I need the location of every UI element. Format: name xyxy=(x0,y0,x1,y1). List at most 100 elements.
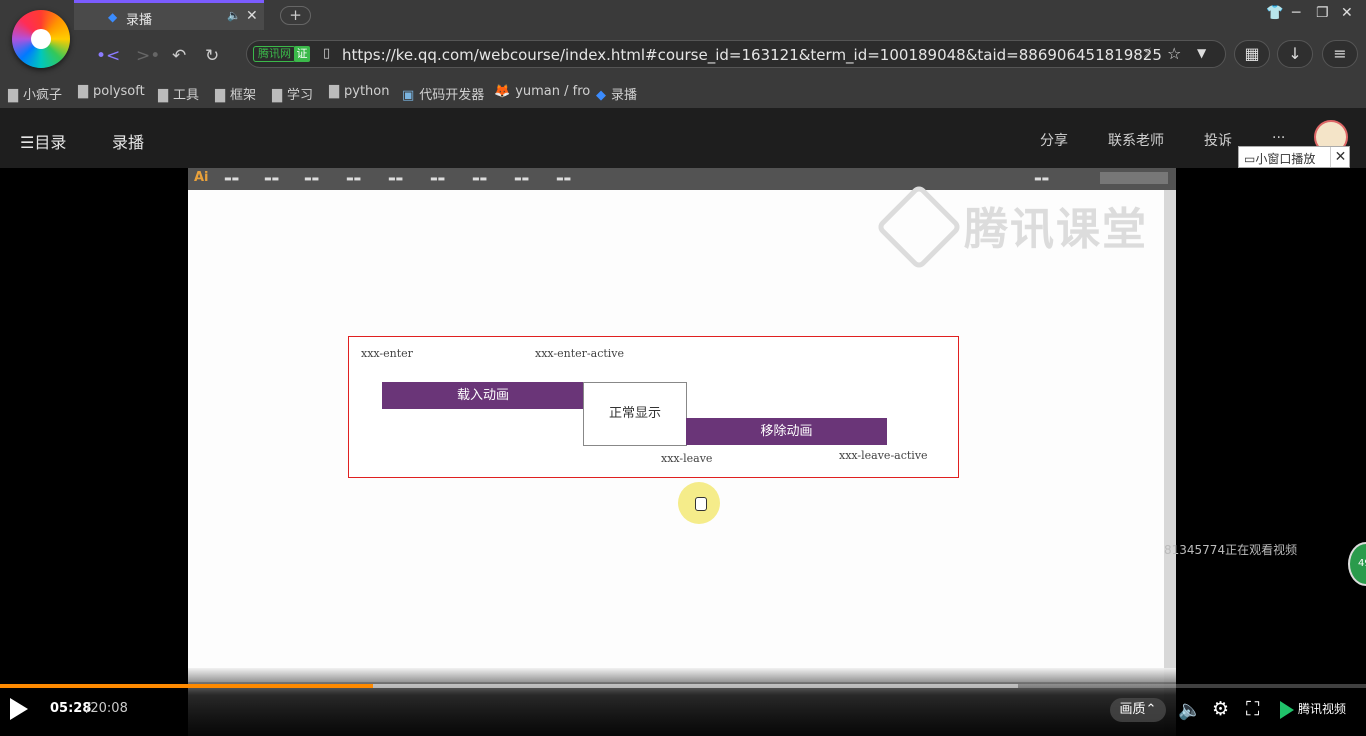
catalog-button[interactable]: ☰目录 xyxy=(20,129,66,153)
apps-grid-icon[interactable]: ▦ xyxy=(1234,40,1270,68)
folder-icon: ▇ xyxy=(329,84,339,99)
code-icon: ▣ xyxy=(402,88,415,103)
cert-badge[interactable]: 证 xyxy=(294,46,310,62)
viewer-counter[interactable]: 49 xyxy=(1348,542,1366,586)
browser-nav-bar: •< >• ↶ ↻ 腾讯网 证 ▯ https://ke.qq.com/webc… xyxy=(0,30,1366,78)
bookmarks-bar: ▇ 小疯子 ▇ polysoft ▇ 工具 ▇ 框架 ▇ 学习 ▇ python ▣ 代码开发… xyxy=(0,78,1366,108)
mini-window-icon: ▭ xyxy=(1244,152,1256,166)
share-link[interactable]: 分享 xyxy=(1040,130,1068,150)
volume-icon[interactable]: 🔈 xyxy=(1178,698,1202,721)
bookmark-item[interactable]: ▇ 学习 xyxy=(272,84,313,103)
leave-bar: 移除动画 xyxy=(686,418,887,445)
tab-title: 录播 xyxy=(126,13,153,28)
tencent-video-logo-icon xyxy=(1280,700,1294,719)
illustrator-logo-icon: Ai xyxy=(194,170,209,185)
page-icon: ▯ xyxy=(323,46,331,61)
menu-blur: ▬▬ xyxy=(264,174,280,183)
mini-window-close-icon[interactable]: ✕ xyxy=(1330,147,1350,167)
url-text[interactable]: https://ke.qq.com/webcourse/index.html#c… xyxy=(342,46,1162,64)
skin-icon[interactable]: 👕 xyxy=(1266,5,1283,21)
video-frame: Ai ▬▬ ▬▬ ▬▬ ▬▬ ▬▬ ▬▬ ▬▬ ▬▬ ▬▬ ▬▬ 腾讯课堂 xx… xyxy=(188,168,1176,736)
bookmark-item[interactable]: 🦊 yuman / fro xyxy=(494,84,590,99)
folder-icon: ▇ xyxy=(215,88,225,103)
bookmark-item[interactable]: ▇ 小疯子 xyxy=(8,84,62,103)
tencent-classroom-logo-icon xyxy=(875,183,963,271)
restore-icon[interactable]: ❐ xyxy=(1316,5,1329,21)
undo-close-icon[interactable]: ↶ xyxy=(172,46,186,66)
flash-icon[interactable]: ⚡ xyxy=(1143,46,1152,61)
video-player[interactable]: Ai ▬▬ ▬▬ ▬▬ ▬▬ ▬▬ ▬▬ ▬▬ ▬▬ ▬▬ ▬▬ 腾讯课堂 xx… xyxy=(0,168,1366,736)
mini-window-label[interactable]: ▭小窗口播放 xyxy=(1244,150,1315,167)
watermark: 腾讯课堂 xyxy=(964,204,1148,255)
menu-icon[interactable]: ≡ xyxy=(1322,40,1358,68)
bookmark-item[interactable]: ◆ 录播 xyxy=(596,84,637,103)
label-enter-active: xxx-enter-active xyxy=(535,347,625,360)
menu-blur: ▬▬ xyxy=(346,174,362,183)
illustrator-menubar: Ai ▬▬ ▬▬ ▬▬ ▬▬ ▬▬ ▬▬ ▬▬ ▬▬ ▬▬ ▬▬ xyxy=(188,168,1176,190)
tab-sound-icon[interactable]: 🔈 xyxy=(227,9,241,22)
label-leave: xxx-leave xyxy=(661,452,713,465)
quality-button[interactable]: 画质⌃ xyxy=(1110,698,1166,722)
menu-blur: ▬▬ xyxy=(430,174,446,183)
tab-close-icon[interactable]: ✕ xyxy=(246,8,258,24)
gitlab-icon: 🦊 xyxy=(494,84,511,99)
forward-icon[interactable]: >• xyxy=(136,46,160,66)
site-header: ☰目录 录播 分享 联系老师 投诉 ... ▭小窗口播放 ✕ xyxy=(0,108,1366,168)
folder-icon: ▇ xyxy=(158,88,168,103)
browser-tab-bar: ◆ 录播 🔈 ✕ + 👕 ─ ❐ ✕ xyxy=(0,0,1366,30)
dropdown-icon[interactable]: ▼ xyxy=(1197,46,1206,60)
transition-diagram: xxx-enter xxx-enter-active 载入动画 正常显示 移除动… xyxy=(348,336,959,478)
menu-blur: ▬▬ xyxy=(556,174,572,183)
more-link[interactable]: ... xyxy=(1272,126,1285,142)
site-badge[interactable]: 腾讯网 xyxy=(253,46,296,62)
folder-icon: ▇ xyxy=(272,88,282,103)
menu-blur: ▬▬ xyxy=(472,174,488,183)
search-box-blur xyxy=(1100,172,1168,184)
back-icon[interactable]: •< xyxy=(96,46,120,66)
bookmark-item[interactable]: ▣ 代码开发器 xyxy=(402,84,484,103)
complain-link[interactable]: 投诉 xyxy=(1204,130,1232,150)
address-bar[interactable]: 腾讯网 证 ▯ https://ke.qq.com/webcourse/inde… xyxy=(246,40,1226,68)
label-leave-active: xxx-leave-active xyxy=(839,449,928,462)
folder-icon: ▇ xyxy=(8,88,18,103)
menu-blur: ▬▬ xyxy=(224,174,240,183)
contact-teacher-link[interactable]: 联系老师 xyxy=(1108,130,1164,150)
menu-blur: ▬▬ xyxy=(514,174,530,183)
play-icon[interactable] xyxy=(10,698,28,720)
menu-blur: ▬▬ xyxy=(304,174,320,183)
tencent-video-brand[interactable]: 腾讯视频 xyxy=(1280,700,1346,719)
player-controls: 05:28 /20:08 画质⌃ 🔈 ⚙ ⛶ 腾讯视频 xyxy=(0,682,1366,736)
normal-box: 正常显示 xyxy=(583,382,687,446)
tab-favicon-icon: ◆ xyxy=(108,10,118,24)
new-tab-button[interactable]: + xyxy=(280,6,311,25)
frame-scrollbar xyxy=(1164,190,1176,736)
favorite-star-icon[interactable]: ☆ xyxy=(1167,44,1181,63)
browser-logo-icon[interactable] xyxy=(12,10,70,68)
browser-tab[interactable]: ◆ 录播 🔈 ✕ xyxy=(74,0,264,30)
progress-bar[interactable] xyxy=(0,684,1366,688)
folder-icon: ▇ xyxy=(78,84,88,99)
total-time: /20:08 xyxy=(86,701,128,716)
played-bar xyxy=(0,684,373,688)
fullscreen-icon[interactable]: ⛶ xyxy=(1246,698,1259,720)
bookmark-item[interactable]: ▇ polysoft xyxy=(78,84,145,99)
menu-blur: ▬▬ xyxy=(388,174,404,183)
watching-notice: 81345774正在观看视频 xyxy=(1164,543,1298,557)
reload-icon[interactable]: ↻ xyxy=(205,46,219,66)
mouse-highlight-icon xyxy=(678,482,720,524)
download-icon[interactable]: ↓ xyxy=(1277,40,1313,68)
bookmark-item[interactable]: ▇ python xyxy=(329,84,389,99)
list-icon: ☰ xyxy=(20,133,35,152)
settings-gear-icon[interactable]: ⚙ xyxy=(1212,698,1229,720)
mini-window-tooltip[interactable]: ▭小窗口播放 ✕ xyxy=(1238,146,1350,168)
bookmark-item[interactable]: ▇ 框架 xyxy=(215,84,256,103)
label-enter: xxx-enter xyxy=(361,347,413,360)
window-close-icon[interactable]: ✕ xyxy=(1341,5,1353,21)
ke-qq-icon: ◆ xyxy=(596,88,606,103)
enter-bar: 载入动画 xyxy=(382,382,584,409)
menu-blur: ▬▬ xyxy=(1034,174,1050,183)
minimize-icon[interactable]: ─ xyxy=(1292,5,1300,21)
chevron-up-icon: ⌃ xyxy=(1145,702,1157,717)
bookmark-item[interactable]: ▇ 工具 xyxy=(158,84,199,103)
page-title: 录播 xyxy=(112,133,145,152)
